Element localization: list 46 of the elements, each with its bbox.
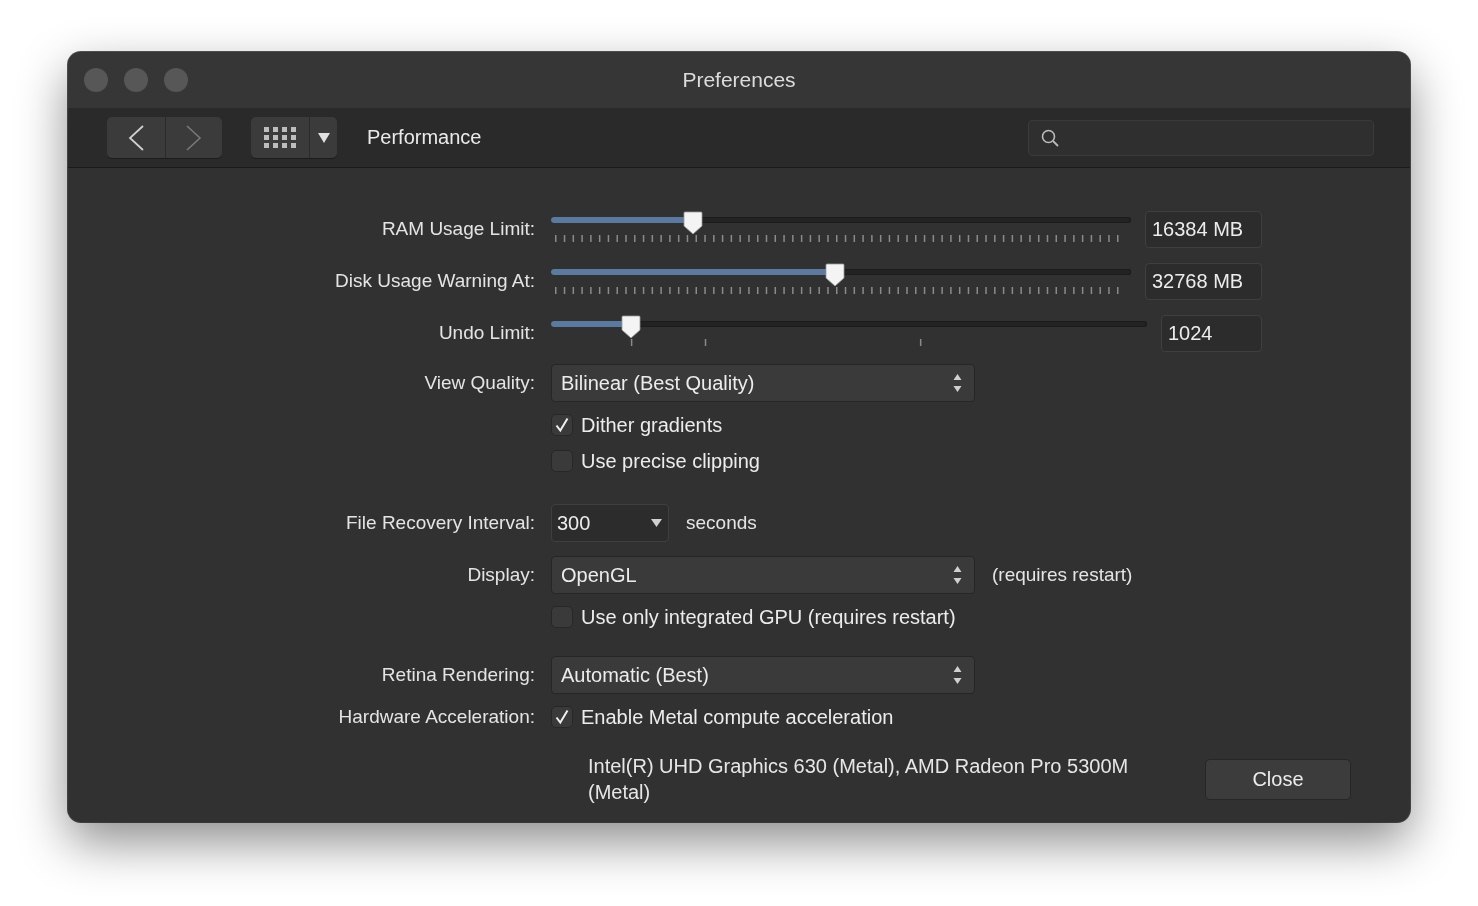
setting-label: Display: xyxy=(466,564,535,586)
dropdown-field[interactable]: 300 xyxy=(551,504,669,542)
checkmark-icon xyxy=(554,709,570,725)
checkmark-icon xyxy=(554,417,570,433)
unit-text: seconds xyxy=(686,512,757,534)
dropdown-button[interactable] xyxy=(309,117,337,158)
slider-track[interactable] xyxy=(551,314,1147,339)
checkbox[interactable]: Dither gradients xyxy=(551,413,723,437)
slider-track[interactable] xyxy=(551,210,1131,235)
gpu-info-text: Intel(R) UHD Graphics 630 (Metal), AMD Radeon Pro 5300M (Metal) xyxy=(588,754,1130,805)
back-button[interactable] xyxy=(107,117,165,158)
checkbox[interactable]: Use precise clipping xyxy=(551,449,760,473)
updown-arrows-icon xyxy=(953,665,962,685)
close-button[interactable]: Close xyxy=(1205,758,1351,800)
grid-view-button[interactable] xyxy=(251,117,309,158)
updown-arrows-icon xyxy=(953,373,962,393)
section-title: Performance xyxy=(367,126,482,149)
checkbox[interactable]: Use only integrated GPU (requires restart) xyxy=(551,605,956,629)
chevron-left-icon xyxy=(128,124,144,151)
select-field[interactable]: Automatic (Best) xyxy=(551,656,975,694)
caret-icon xyxy=(317,132,330,143)
setting-label: View Quality: xyxy=(423,372,535,394)
value-field[interactable]: 32768 MB xyxy=(1145,262,1262,300)
slider-thumb[interactable] xyxy=(620,314,641,339)
slider-thumb[interactable] xyxy=(825,262,846,287)
select-field[interactable]: OpenGL xyxy=(551,556,975,594)
updown-arrows-icon xyxy=(953,565,962,585)
window-title: Preferences xyxy=(682,68,796,92)
chevron-right-icon xyxy=(186,124,202,151)
grid-icon xyxy=(264,126,296,149)
checkbox[interactable]: Enable Metal compute acceleration xyxy=(551,705,894,729)
setting-label: Undo Limit: xyxy=(437,322,535,344)
slider-thumb[interactable] xyxy=(683,210,704,235)
value-field[interactable]: 1024 xyxy=(1161,314,1262,352)
setting-label: Hardware Acceleration: xyxy=(337,706,535,728)
select-field[interactable]: Bilinear (Best Quality) xyxy=(551,364,975,402)
caret-icon xyxy=(651,519,662,527)
search-field[interactable] xyxy=(1028,119,1374,156)
note-text: (requires restart) xyxy=(992,564,1133,586)
setting-label: File Recovery Interval: xyxy=(345,512,535,534)
setting-label: Retina Rendering: xyxy=(380,664,535,686)
slider-track[interactable] xyxy=(551,262,1131,287)
setting-label: Disk Usage Warning At: xyxy=(334,270,535,292)
search-icon xyxy=(1041,128,1059,147)
setting-label: RAM Usage Limit: xyxy=(380,218,535,240)
value-field[interactable]: 16384 MB xyxy=(1145,210,1262,248)
